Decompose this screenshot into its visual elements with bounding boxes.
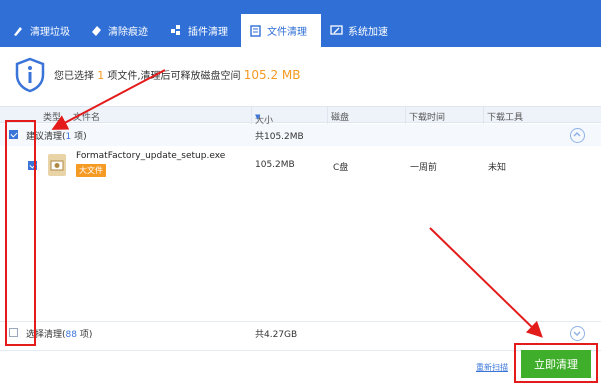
column-name[interactable]: 文件名 [73, 110, 100, 123]
column-disk[interactable]: 磁盘 [331, 110, 349, 123]
group-count: 1 [65, 132, 72, 142]
column-type[interactable]: 类型 [43, 110, 61, 123]
broom-icon [14, 27, 22, 36]
selected-count: 1 [97, 69, 105, 82]
annotation-box-clean-button [514, 343, 598, 383]
tab-label: 系统加速 [348, 27, 388, 38]
group-total: 共105.2MB [255, 132, 304, 142]
tab-label: 插件清理 [188, 27, 228, 38]
summary-middle: 项文件,清理后可释放磁盘空间 [107, 71, 241, 82]
column-divider [251, 107, 252, 124]
info-shield-icon [15, 57, 45, 93]
tab-label: 文件清理 [267, 27, 307, 38]
tab-system-speedup[interactable]: 系统加速 [322, 14, 396, 47]
tab-clean-junk[interactable]: 清理垃圾 [4, 14, 78, 47]
column-tool[interactable]: 下载工具 [487, 110, 523, 123]
plugin-icon [171, 25, 180, 35]
group-total: 共4.27GB [255, 330, 298, 340]
expand-down-icon[interactable] [570, 326, 585, 341]
file-disk: C盘 [333, 163, 349, 173]
installer-file-icon [48, 154, 66, 176]
tab-plugin-clean[interactable]: 插件清理 [162, 14, 236, 47]
column-time[interactable]: 下载时间 [409, 110, 445, 123]
sort-down-icon: ▼ [255, 113, 261, 121]
footer-bar [0, 350, 601, 389]
arrow-to-clean-button [429, 227, 543, 338]
file-name: FormatFactory_update_setup.exe [76, 151, 226, 161]
tab-clear-traces[interactable]: 清除痕迹 [82, 14, 156, 47]
rescan-link[interactable]: 重新扫描 [476, 362, 508, 373]
speed-icon [330, 25, 343, 35]
tab-label: 清理垃圾 [30, 27, 70, 38]
freeable-size: 105.2 MB [243, 68, 301, 82]
tab-label: 清除痕迹 [108, 27, 148, 38]
file-icon [250, 25, 261, 37]
collapse-up-icon[interactable] [570, 128, 585, 143]
tab-file-clean[interactable]: 文件清理 [241, 14, 321, 47]
top-tab-bar: 清理垃圾 清除痕迹 插件清理 文件清理 系统加速 [0, 0, 601, 47]
eraser-icon [92, 26, 101, 36]
column-divider [405, 107, 406, 124]
table-header: 类型 文件名 大小 ▼ 磁盘 下载时间 下载工具 [0, 106, 601, 126]
file-size: 105.2MB [255, 160, 295, 170]
group-row-optional[interactable]: 选择清理(88 项) 共4.27GB [0, 321, 601, 343]
summary-prefix: 您已选择 [54, 71, 94, 82]
column-divider [483, 107, 484, 124]
file-download-time: 一周前 [410, 163, 438, 173]
annotation-box-checkboxes [5, 120, 36, 346]
column-divider [327, 107, 328, 124]
group-count: 88 [65, 330, 77, 340]
group-unit: 项 [74, 132, 84, 142]
summary-text: 您已选择 1 项文件,清理后可释放磁盘空间 105.2 MB [54, 67, 301, 82]
file-download-tool: 未知 [488, 163, 507, 173]
group-unit: 项 [79, 330, 89, 340]
summary-panel: 您已选择 1 项文件,清理后可释放磁盘空间 105.2 MB [0, 47, 601, 103]
group-row-recommended[interactable]: 建议清理(1 项) 共105.2MB [0, 124, 601, 146]
large-file-badge: 大文件 [76, 164, 106, 177]
